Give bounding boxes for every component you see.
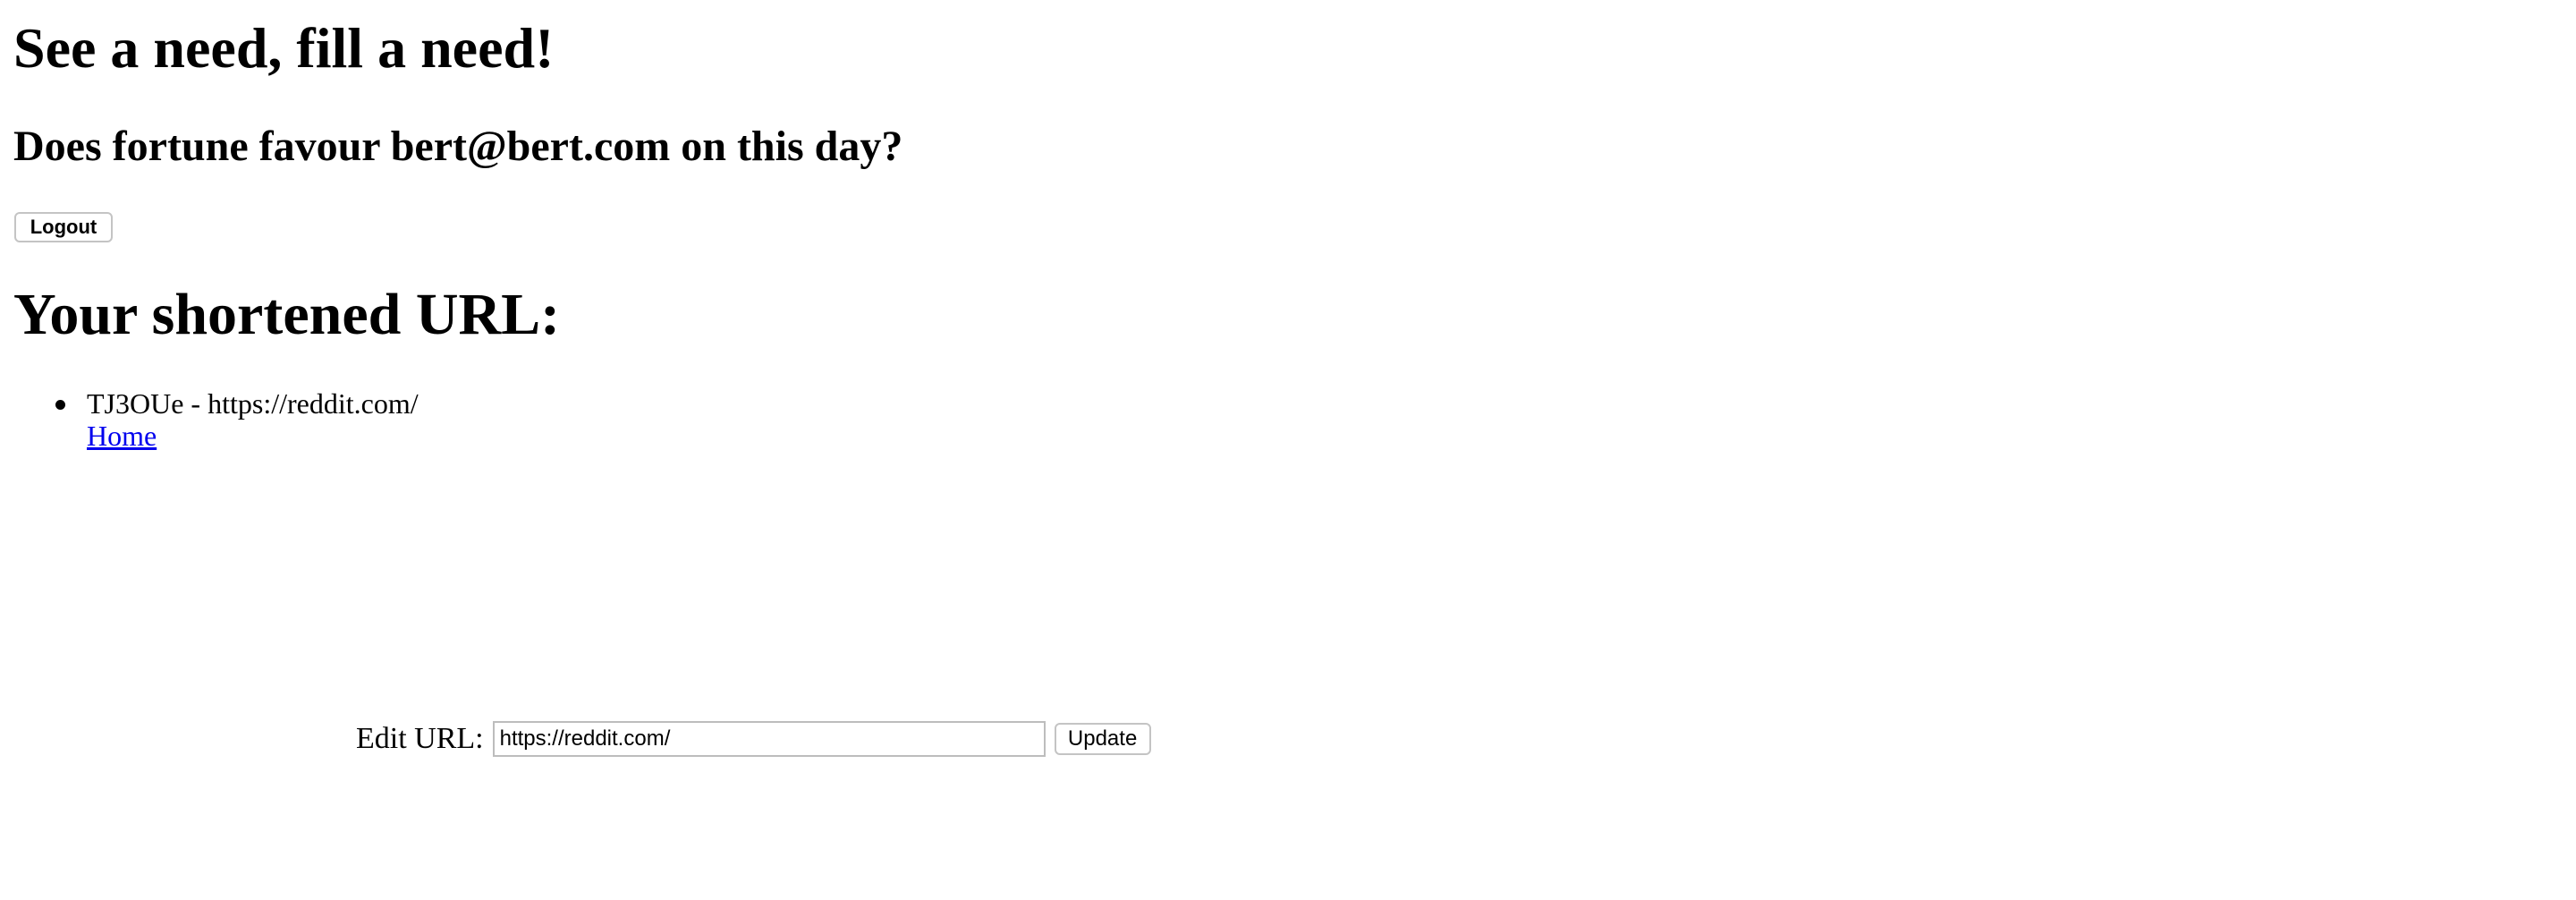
home-link[interactable]: Home [87,420,157,452]
list-item: TJ3OUe - https://reddit.com/ Home [50,387,419,452]
edit-url-input[interactable] [492,721,1046,757]
short-url-entry: TJ3OUe - https://reddit.com/ [87,387,419,420]
edit-url-form: Edit URL: Update [356,719,1151,759]
url-list: TJ3OUe - https://reddit.com/ Home [50,387,419,452]
page: See a need, fill a need! Does fortune fa… [0,0,2576,900]
logout-button[interactable]: Logout [14,212,113,242]
site-title: See a need, fill a need! [13,16,555,80]
update-button[interactable]: Update [1054,723,1151,755]
edit-url-label: Edit URL: [356,722,484,755]
user-greeting: Does fortune favour bert@bert.com on thi… [13,123,903,170]
page-heading: Your shortened URL: [13,282,561,347]
bullet-icon [55,400,65,410]
